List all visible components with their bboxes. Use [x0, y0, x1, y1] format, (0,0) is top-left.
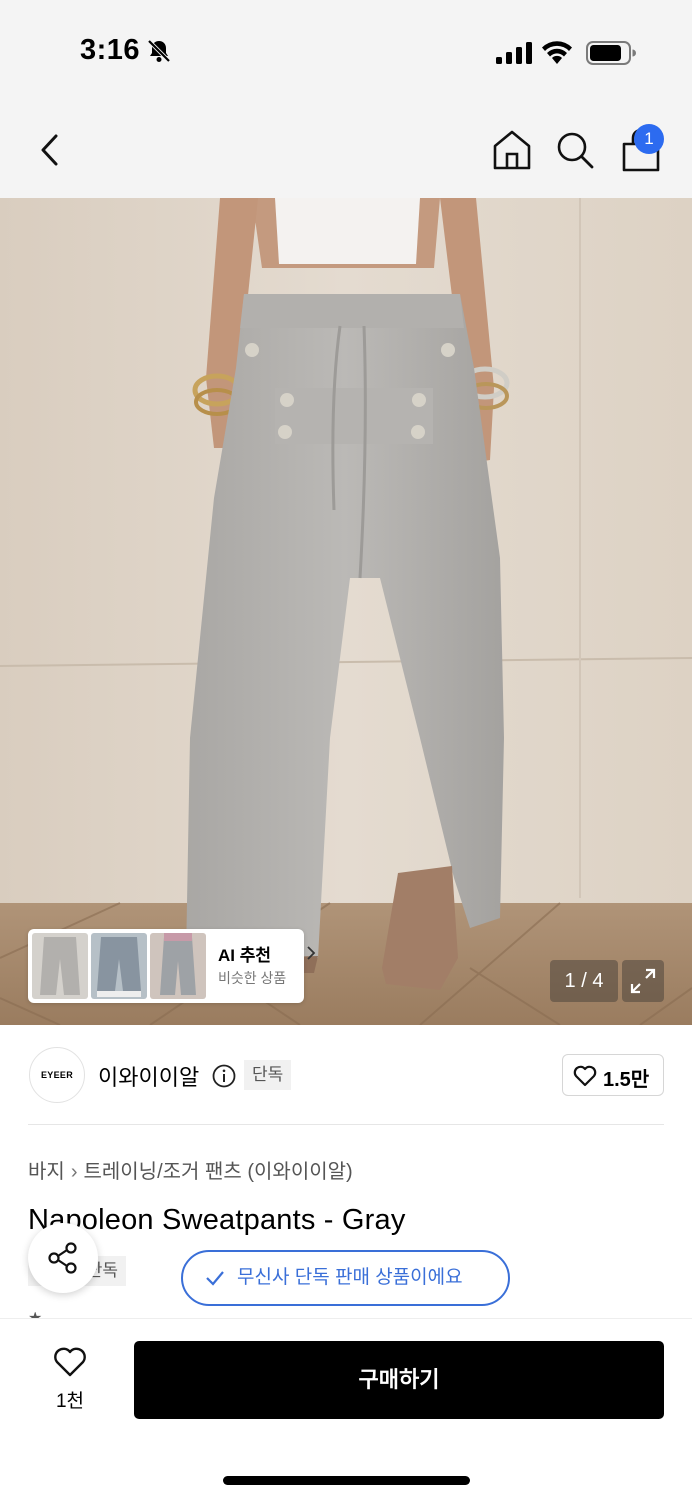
- breadcrumb: 바지 › 트레이닝/조거 팬츠 (이와이이알): [28, 1155, 353, 1184]
- breadcrumb-item-category[interactable]: 바지: [28, 1161, 65, 1183]
- brand-like-count: 1.5만: [603, 1069, 650, 1091]
- chevron-right-icon: [307, 946, 316, 960]
- info-icon[interactable]: [212, 1064, 236, 1088]
- wifi-icon: [542, 41, 572, 64]
- exclusive-notice-text: 무신사 단독 판매 상품이에요: [237, 1267, 463, 1288]
- buy-button[interactable]: 구매하기: [134, 1341, 664, 1419]
- heart-icon: [54, 1347, 86, 1377]
- ai-recommend-subtitle: 비슷한 상품: [218, 970, 287, 986]
- status-time: 3:16: [80, 34, 141, 66]
- ai-recommend-title: AI 추천: [218, 946, 272, 965]
- brand-like-button[interactable]: 1.5만: [562, 1054, 664, 1096]
- wishlist-button[interactable]: 1천: [40, 1342, 100, 1418]
- share-button[interactable]: [28, 1223, 98, 1293]
- bell-off-icon: [147, 39, 171, 63]
- cart-count-badge: 1: [634, 124, 664, 154]
- chevron-right-icon: ›: [70, 1161, 78, 1183]
- breadcrumb-item-subcategory[interactable]: 트레이닝/조거 팬츠 (이와이이알): [83, 1161, 352, 1183]
- status-bar: 3:16: [0, 0, 692, 100]
- recommend-thumbnail[interactable]: [32, 933, 88, 999]
- heart-icon: [573, 1065, 597, 1087]
- brand-logo[interactable]: EYEER: [29, 1047, 85, 1103]
- chevron-left-icon[interactable]: [30, 128, 70, 172]
- search-icon[interactable]: [555, 128, 595, 172]
- brand-name[interactable]: 이와이이알: [98, 1060, 199, 1092]
- wishlist-count: 1천: [55, 1391, 85, 1412]
- recommend-thumbnail[interactable]: [91, 933, 147, 999]
- brand-exclusive-tag: 단독: [244, 1060, 292, 1090]
- battery-icon: [586, 41, 636, 65]
- divider: [28, 1124, 664, 1125]
- exclusive-notice-badge[interactable]: 무신사 단독 판매 상품이에요: [181, 1250, 510, 1306]
- expand-icon[interactable]: [622, 960, 664, 1002]
- recommend-thumbnail[interactable]: [150, 933, 206, 999]
- check-icon: [206, 1271, 224, 1286]
- ai-recommend-card[interactable]: AI 추천 비슷한 상품: [28, 929, 316, 1003]
- share-icon: [48, 1242, 77, 1274]
- home-icon[interactable]: [491, 128, 533, 172]
- product-image[interactable]: [0, 198, 692, 1025]
- home-indicator: [223, 1476, 470, 1485]
- image-page-counter: 1 / 4: [550, 960, 618, 1002]
- cellular-signal-icon: [496, 42, 532, 64]
